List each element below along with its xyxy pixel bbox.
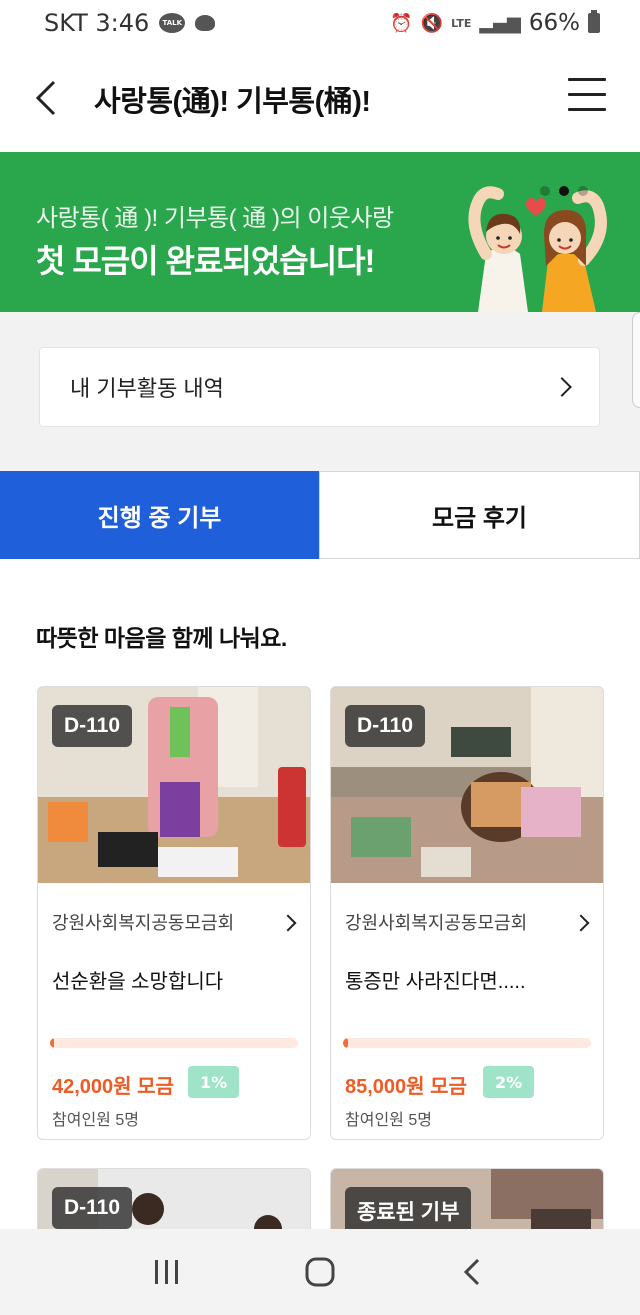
system-back-button[interactable] [443,1242,503,1302]
percent-badge: 1% [188,1066,240,1098]
back-arrow-icon [464,1258,480,1286]
participant-count: 참여인원 5명 [345,1112,432,1129]
page-title: 사랑통(通)! 기부통(桶)! [94,86,371,118]
status-bar: SKT 3:46 TALK ⏰ 🔇 LTE ▂▄▆ 66% [0,0,640,46]
d-day-badge: D-110 [345,705,426,747]
banner-subtitle: 사랑통( 通 )! 기부통( 通 )의 이웃사랑 [36,205,394,232]
raised-amount: 42,000원 모금 [52,1076,174,1098]
d-day-badge: D-110 [52,1187,133,1229]
carousel-indicator [540,186,588,196]
recent-apps-icon [154,1260,178,1284]
system-navigation-bar [0,1229,640,1315]
campaign-title: 통증만 사라진다면..... [345,971,526,993]
home-icon [305,1257,335,1287]
progress-fill [50,1038,54,1048]
couple-heart-illustration [468,186,607,312]
tab-fundraising-reviews[interactable]: 모금 후기 [319,471,640,559]
organization-name[interactable]: 강원사회복지공동모금회 [345,909,527,935]
tab-bar: 진행 중 기부 모금 후기 [0,471,640,559]
donation-card[interactable]: D-110 강원사회복지공동모금회 통증만 사라진다면..... 85,000원… [330,686,604,1140]
tab-ongoing-donations[interactable]: 진행 중 기부 [0,471,319,559]
battery-percent: 66% [528,10,580,36]
notification-icon [195,15,216,31]
progress-bar [343,1038,591,1048]
hamburger-icon [568,78,606,81]
progress-bar [50,1038,298,1048]
recent-apps-button[interactable] [137,1242,197,1302]
raised-amount: 85,000원 모금 [345,1076,467,1098]
my-donation-history-button[interactable]: 내 기부활동 내역 [39,347,600,427]
history-label: 내 기부활동 내역 [70,376,224,401]
signal-icon: ▂▄▆ [479,12,521,34]
chevron-left-icon [35,80,56,116]
campaign-title: 선순환을 소망합니다 [52,971,224,993]
scroll-handle[interactable] [632,312,640,408]
ended-badge: 종료된 기부 [345,1187,472,1235]
carousel-dot-active[interactable] [559,186,569,196]
donation-list-section: 따뜻한 마음을 함께 나눠요. D-110 강원사회복지공동모금회 선순환을 소… [0,559,640,1248]
chevron-right-icon [552,377,572,397]
d-day-badge: D-110 [52,705,133,747]
lte-icon: LTE [451,16,472,30]
home-button[interactable] [290,1242,350,1302]
banner-headline: 첫 모금이 완료되었습니다! [36,243,375,279]
mute-icon: 🔇 [420,12,444,34]
section-title: 따뜻한 마음을 함께 나눠요. [36,625,287,651]
percent-badge: 2% [483,1066,535,1098]
back-button[interactable] [30,78,66,118]
carousel-dot[interactable] [540,186,550,196]
carousel-dot[interactable] [578,186,588,196]
chevron-right-icon [572,914,590,932]
battery-icon [588,10,600,33]
menu-button[interactable] [568,78,606,114]
progress-fill [343,1038,348,1048]
organization-name[interactable]: 강원사회복지공동모금회 [52,909,234,935]
chevron-right-icon [279,914,297,932]
carrier-time: SKT 3:46 [44,9,150,37]
kakaotalk-icon: TALK [159,13,186,33]
participant-count: 참여인원 5명 [52,1112,139,1129]
app-header: 사랑통(通)! 기부통(桶)! [0,46,640,152]
promo-banner[interactable]: 사랑통( 通 )! 기부통( 通 )의 이웃사랑 첫 모금이 완료되었습니다! [0,152,640,312]
alarm-icon: ⏰ [390,12,413,34]
donation-card[interactable]: D-110 강원사회복지공동모금회 선순환을 소망합니다 42,000원 모금 … [37,686,311,1140]
